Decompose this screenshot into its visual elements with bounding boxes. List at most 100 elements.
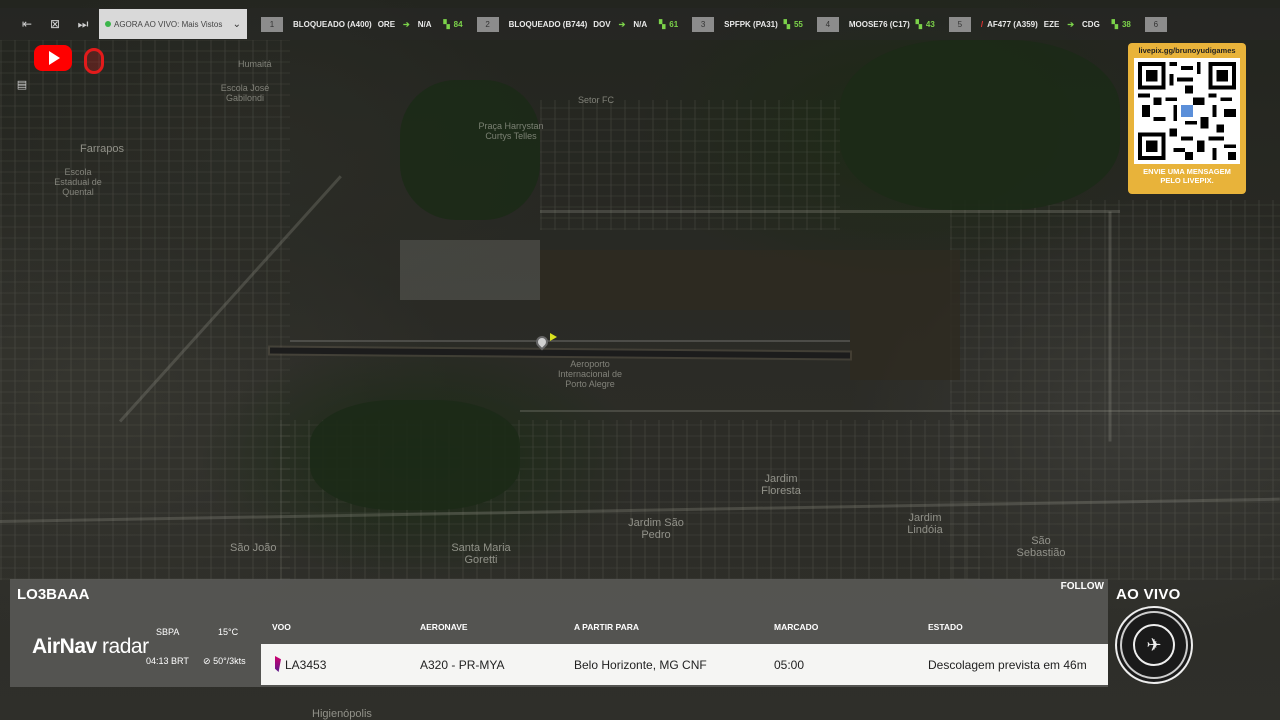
tab-label: BLOQUEADO (B744) — [508, 19, 588, 29]
flight-tab-4[interactable]: 4 MOOSE76 (C17) ▚ 43 — [816, 16, 935, 32]
urban-area — [0, 40, 290, 580]
cell-status: Descolagem prevista em 46m — [928, 658, 1087, 672]
collapse-left-icon[interactable]: ⇤ — [13, 8, 41, 40]
cell-aircraft: A320 - PR-MYA — [420, 658, 505, 672]
map-label: São João — [230, 542, 277, 554]
cell-flight-number: LA3453 — [285, 658, 327, 672]
green-area — [840, 40, 1120, 210]
airnav-radar-logo: AirNav radar — [32, 635, 149, 658]
flight-tab-3[interactable]: 3 SPFPK (PA31) ▚ 55 — [692, 16, 803, 32]
livepix-message: ENVIE UMA MENSAGEM PELO LIVEPIX. — [1143, 167, 1231, 185]
viewers-icon: ▚ — [1111, 19, 1118, 29]
recording-indicator-icon — [84, 48, 104, 74]
green-area — [310, 400, 520, 510]
live-label: AO VIVO — [1116, 586, 1181, 603]
map-label: São Sebastião — [1016, 535, 1066, 560]
tab-label: BLOQUEADO (A400) — [293, 19, 372, 29]
tab-number: 4 — [816, 16, 839, 32]
status-slash-icon: / — [980, 19, 984, 29]
wind-icon: ⊘ — [203, 656, 211, 666]
livepix-url: livepix.gg/brunoyudigames — [1138, 46, 1236, 55]
follow-button[interactable]: FOLLOW — [1061, 581, 1104, 592]
flight-tab-6[interactable]: 6 — [1144, 16, 1177, 32]
column-header-aeronave: AERONAVE — [420, 622, 468, 632]
flight-tab-2[interactable]: 2 BLOQUEADO (B744) DOV ➔ N/A ▚ 61 — [476, 16, 679, 32]
live-filter-select[interactable]: AGORA AO VIVO: Mais Vistos ⌄ — [99, 9, 247, 39]
map-label: Praça Harrystan Curtys Telles — [478, 121, 544, 141]
cell-scheduled: 05:00 — [774, 658, 805, 672]
airplane-icon: ✈ — [1133, 624, 1175, 666]
tab-count: 84 — [453, 19, 463, 29]
top-toolbar: ⇤ ⊠ ⏭ AGORA AO VIVO: Mais Vistos ⌄ 1 BLO… — [0, 8, 1280, 40]
live-dot-icon — [105, 20, 111, 27]
flight-tab-5[interactable]: 5 / AF477 (A359) EZE ➔ CDG ▚ 38 — [948, 16, 1131, 32]
local-time: 04:13 BRT — [146, 656, 189, 666]
livepix-qr-panel: livepix.gg/brunoyudigames ENVIE UMA MENS… — [1128, 43, 1246, 194]
arrow-right-icon: ➔ — [403, 19, 410, 29]
wind-readout: ⊘ 50°/3kts — [203, 656, 246, 666]
map-label: Setor FC — [578, 95, 615, 105]
expand-icon[interactable]: ⊠ — [41, 8, 69, 40]
map-label: Jardim São Pedro — [628, 517, 684, 542]
tab-number: 1 — [261, 16, 283, 32]
map-label: Escola Estadual de Quental — [54, 167, 102, 197]
tab-origin: DOV — [593, 19, 611, 29]
qr-code-icon — [1134, 58, 1240, 164]
tab-number: 2 — [476, 16, 499, 32]
youtube-logo-icon — [34, 45, 72, 71]
column-header-voo: VOO — [272, 622, 291, 632]
map-label: Farrapos — [80, 143, 125, 155]
flight-callsign: LO3BAAA — [17, 586, 90, 603]
arrow-right-icon: ➔ — [618, 19, 626, 29]
tab-origin: EZE — [1043, 19, 1060, 29]
map-label: Humaitá — [238, 59, 272, 69]
map-label: Jardim Floresta — [761, 473, 801, 498]
tab-count: 61 — [669, 19, 679, 29]
tab-destination: N/A — [633, 19, 648, 29]
skip-next-icon[interactable]: ⏭ — [69, 8, 97, 40]
tab-count: 38 — [1121, 19, 1131, 29]
viewers-icon: ▚ — [659, 19, 666, 29]
aircraft-heading-icon[interactable] — [550, 333, 557, 341]
urban-area — [950, 200, 1280, 580]
tab-destination: N/A — [417, 19, 432, 29]
column-header-destino: A PARTIR PARA — [574, 622, 640, 632]
road — [1108, 211, 1112, 442]
tab-label: SPFPK (PA31) — [724, 19, 778, 29]
map-label: Jardim Lindóia — [907, 512, 943, 537]
flight-tab-1[interactable]: 1 BLOQUEADO (A400) ORE ➔ N/A ▚ 84 — [261, 16, 463, 32]
road — [520, 410, 1280, 412]
airfield-grass — [850, 250, 960, 380]
column-header-marcado: MARCADO — [774, 622, 819, 632]
tab-number: 6 — [1144, 16, 1167, 32]
arrow-right-icon: ➔ — [1067, 19, 1075, 29]
airport-temperature: 15°C — [218, 627, 239, 637]
viewers-icon: ▚ — [443, 19, 450, 29]
airport-icao: SBPA — [156, 627, 180, 637]
airfield-grass — [540, 250, 850, 310]
tab-number: 5 — [948, 16, 971, 32]
tab-destination: CDG — [1082, 19, 1100, 29]
flight-tabs: 1 BLOQUEADO (A400) ORE ➔ N/A ▚ 84 2 BLOQ… — [261, 16, 1191, 32]
viewers-icon: ▚ — [783, 19, 790, 29]
channel-badge-logo: ✈ — [1115, 606, 1193, 684]
chevron-down-icon: ⌄ — [232, 18, 241, 30]
green-area — [400, 80, 540, 220]
tab-label: MOOSE76 (C17) — [848, 19, 910, 29]
taxiway — [290, 340, 850, 342]
cell-destination: Belo Horizonte, MG CNF — [574, 658, 707, 672]
layers-icon[interactable]: ▤ — [13, 78, 31, 94]
map-label: Higienópolis — [312, 708, 372, 720]
column-header-estado: ESTADO — [928, 622, 963, 632]
airport-terminal — [400, 240, 540, 300]
aircraft-location-pin-icon[interactable] — [533, 333, 551, 351]
map-label: Santa Maria Goretti — [451, 542, 511, 567]
tab-origin: ORE — [377, 19, 396, 29]
tab-number: 3 — [692, 16, 715, 32]
tab-count: 55 — [793, 19, 803, 29]
map-label: Escola José Gabilondi — [220, 83, 270, 103]
map-label: Aeroporto Internacional de Porto Alegre — [557, 359, 623, 389]
tab-count: 43 — [925, 19, 935, 29]
viewers-icon: ▚ — [915, 19, 922, 29]
flight-info-panel: LO3BAAA FOLLOW AirNav radar SBPA 15°C 04… — [10, 579, 1108, 687]
